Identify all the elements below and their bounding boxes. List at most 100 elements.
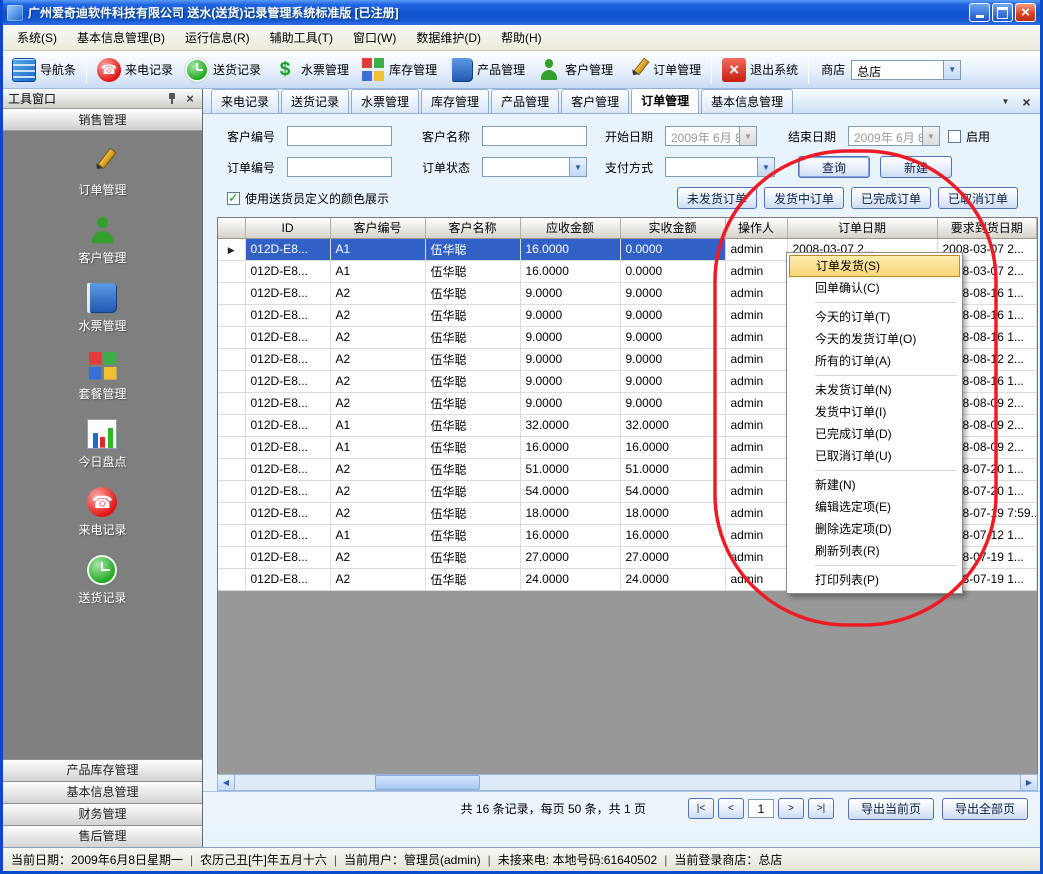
sidebar-item-book[interactable]: 水票管理 [78, 283, 126, 334]
row-selector[interactable] [218, 326, 245, 348]
sidebar-item-phone[interactable]: 来电记录 [78, 487, 126, 538]
context-menu-item[interactable]: 删除选定项(D) [789, 518, 960, 540]
column-header[interactable]: 客户编号 [330, 218, 425, 238]
menu-item[interactable]: 帮助(H) [491, 25, 552, 50]
row-selector[interactable] [218, 458, 245, 480]
row-selector[interactable] [218, 568, 245, 590]
close-icon[interactable] [183, 92, 197, 106]
column-header[interactable]: 应收金额 [520, 218, 620, 238]
context-menu-item[interactable]: 发货中订单(I) [789, 401, 960, 423]
page-number-input[interactable] [748, 799, 774, 818]
row-selector[interactable] [218, 524, 245, 546]
order-status-select[interactable] [482, 157, 587, 177]
export-all-pages-button[interactable]: 导出全部页 [942, 798, 1028, 820]
color-display-checkbox[interactable] [227, 192, 240, 205]
column-header[interactable]: 操作人 [725, 218, 787, 238]
toolbar-phone-button[interactable]: 来电记录 [91, 55, 179, 85]
sidebar-item-clock[interactable]: 送货记录 [78, 555, 126, 606]
scroll-left-icon[interactable]: ◀ [218, 775, 235, 790]
row-selector[interactable] [218, 414, 245, 436]
row-selector[interactable] [218, 238, 245, 260]
toolbar-pen-button[interactable]: 订单管理 [619, 55, 707, 85]
export-current-page-button[interactable]: 导出当前页 [848, 798, 934, 820]
chevron-down-icon[interactable] [569, 158, 586, 176]
sidebar-item-grid[interactable]: 套餐管理 [78, 351, 126, 402]
end-date-picker[interactable]: 2009年 6月 8日 [848, 126, 940, 146]
sidebar-group-bar[interactable]: 财务管理 [3, 803, 202, 825]
sidebar-group-bar[interactable]: 基本信息管理 [3, 781, 202, 803]
context-menu-item[interactable]: 未发货订单(N) [789, 379, 960, 401]
row-selector[interactable] [218, 370, 245, 392]
row-selector[interactable] [218, 348, 245, 370]
tab[interactable]: 库存管理 [421, 89, 489, 113]
horizontal-scrollbar[interactable]: ◀ ▶ [217, 774, 1038, 791]
toolbar-person-button[interactable]: 客户管理 [531, 55, 619, 85]
sidebar-item-pen[interactable]: 订单管理 [78, 147, 126, 198]
row-selector[interactable] [218, 502, 245, 524]
row-selector[interactable] [218, 392, 245, 414]
column-header[interactable]: 客户名称 [425, 218, 520, 238]
context-menu-item[interactable]: 已完成订单(D) [789, 423, 960, 445]
menu-item[interactable]: 辅助工具(T) [260, 25, 343, 50]
tab[interactable]: 订单管理 [631, 88, 699, 113]
first-page-button[interactable]: |< [688, 798, 714, 819]
context-menu-item[interactable]: 新建(N) [789, 474, 960, 496]
scrollbar-thumb[interactable] [375, 775, 480, 790]
status-filter-button[interactable]: 未发货订单 [677, 187, 757, 209]
customer-name-input[interactable] [482, 126, 587, 146]
context-menu-item[interactable]: 订单发货(S) [789, 255, 960, 277]
context-menu-item[interactable]: 今天的发货订单(O) [789, 328, 960, 350]
column-header[interactable]: 实收金额 [620, 218, 725, 238]
context-menu-item[interactable]: 打印列表(P) [789, 569, 960, 591]
pin-icon[interactable] [165, 92, 179, 106]
tab[interactable]: 来电记录 [211, 89, 279, 113]
sidebar-group-sales[interactable]: 销售管理 [3, 109, 202, 131]
menu-item[interactable]: 基本信息管理(B) [67, 25, 175, 50]
toolbar-dollar-button[interactable]: 水票管理 [267, 55, 355, 85]
tab[interactable]: 产品管理 [491, 89, 559, 113]
sidebar-group-bar[interactable]: 产品库存管理 [3, 759, 202, 781]
scroll-right-icon[interactable]: ▶ [1020, 775, 1037, 790]
minimize-button[interactable] [969, 3, 990, 22]
context-menu-item[interactable]: 今天的订单(T) [789, 306, 960, 328]
context-menu-item[interactable]: 编辑选定项(E) [789, 496, 960, 518]
row-selector[interactable] [218, 480, 245, 502]
menu-item[interactable]: 系统(S) [7, 25, 67, 50]
row-selector[interactable] [218, 304, 245, 326]
row-selector[interactable] [218, 436, 245, 458]
order-no-input[interactable] [287, 157, 392, 177]
row-selector[interactable] [218, 282, 245, 304]
chevron-down-icon[interactable] [739, 127, 756, 145]
sidebar-item-chart[interactable]: 今日盘点 [78, 419, 126, 470]
column-header[interactable]: 要求到货日期 [937, 218, 1037, 238]
column-header[interactable]: 订单日期 [787, 218, 937, 238]
next-page-button[interactable]: > [778, 798, 804, 819]
context-menu-item[interactable]: 回单确认(C) [789, 277, 960, 299]
status-filter-button[interactable]: 已完成订单 [851, 187, 931, 209]
chevron-down-icon[interactable] [757, 158, 774, 176]
start-date-picker[interactable]: 2009年 6月 8日 [665, 126, 757, 146]
enable-date-checkbox[interactable] [948, 130, 961, 143]
tab[interactable]: 送货记录 [281, 89, 349, 113]
maximize-button[interactable] [992, 3, 1013, 22]
menu-item[interactable]: 窗口(W) [343, 25, 406, 50]
menu-item[interactable]: 数据维护(D) [406, 25, 491, 50]
tab[interactable]: 基本信息管理 [701, 89, 793, 113]
toolbar-nav-button[interactable]: 导航条 [6, 55, 82, 85]
new-button[interactable]: 新建 [880, 156, 952, 178]
tab-close-icon[interactable] [1019, 94, 1034, 109]
status-filter-button[interactable]: 发货中订单 [764, 187, 844, 209]
menu-item[interactable]: 运行信息(R) [175, 25, 260, 50]
store-select[interactable]: 总店 [851, 60, 961, 80]
prev-page-button[interactable]: < [718, 798, 744, 819]
row-selector[interactable] [218, 546, 245, 568]
tab[interactable]: 客户管理 [561, 89, 629, 113]
toolbar-grid-button[interactable]: 库存管理 [355, 55, 443, 85]
sidebar-item-person[interactable]: 客户管理 [78, 215, 126, 266]
toolbar-exit-button[interactable]: 退出系统 [716, 55, 804, 85]
context-menu-item[interactable]: 已取消订单(U) [789, 445, 960, 467]
pay-method-select[interactable] [665, 157, 775, 177]
toolbar-book-button[interactable]: 产品管理 [443, 55, 531, 85]
tab-list-dropdown-icon[interactable] [998, 94, 1013, 109]
tab[interactable]: 水票管理 [351, 89, 419, 113]
